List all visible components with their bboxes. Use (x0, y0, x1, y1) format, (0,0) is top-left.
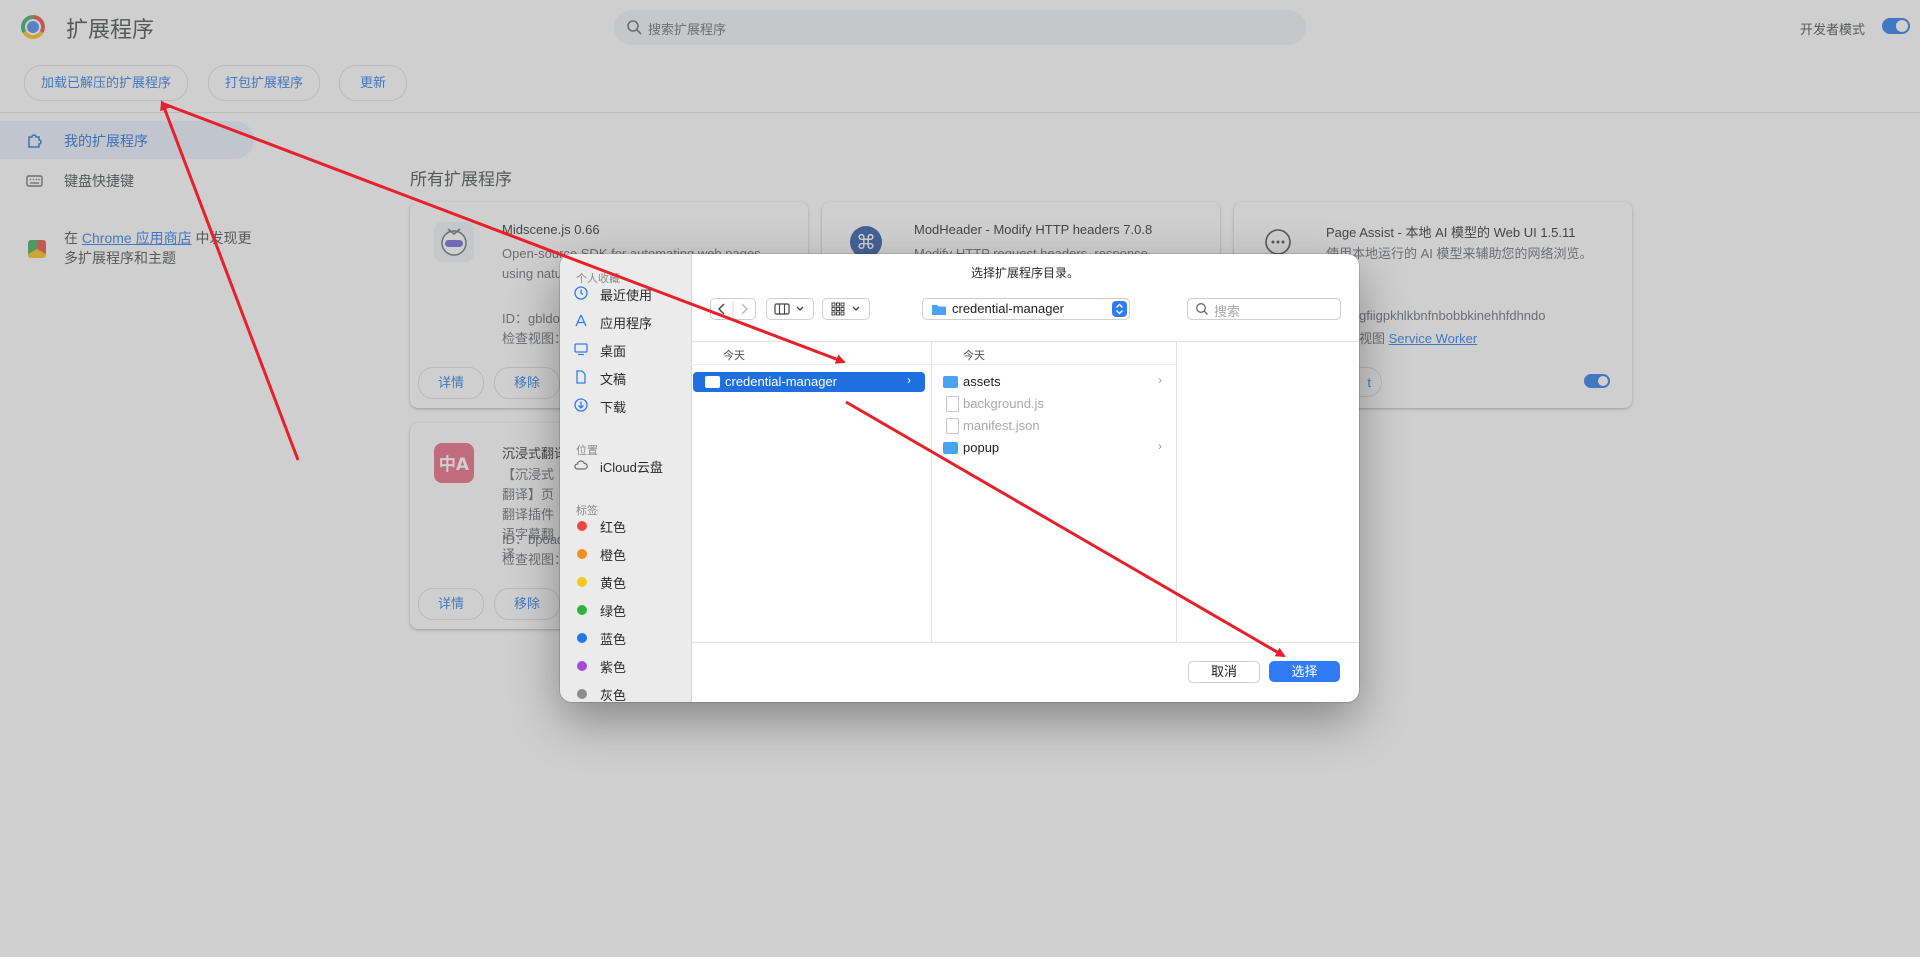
sidebar-item-label: 文稿 (600, 372, 627, 387)
chevron-right-icon: › (907, 373, 911, 387)
tag-red[interactable]: 红色 (574, 514, 686, 536)
popup-arrows-icon (1112, 301, 1127, 317)
sidebar-item-recents[interactable]: 最近使用 (574, 282, 686, 304)
tag-dot-icon (577, 605, 587, 615)
file-icon (946, 396, 959, 412)
sidebar-item-label: 应用程序 (600, 316, 653, 331)
document-icon (576, 370, 586, 384)
column-header-label: 今天 (963, 350, 985, 362)
columns-view-icon (774, 303, 804, 315)
sidebar-item-applications[interactable]: 应用程序 (574, 310, 686, 332)
list-item-background-js: background.js (931, 394, 1176, 414)
cloud-icon (574, 460, 588, 470)
item-label: assets (963, 374, 1001, 389)
current-path-label: credential-manager (952, 301, 1065, 316)
column-browser: 今天 credential-manager › 今天 assets › back… (691, 341, 1359, 643)
desktop-icon (574, 343, 588, 356)
sidebar-item-label: iCloud云盘 (600, 460, 663, 475)
column-2: 今天 assets › background.js manifest.json … (931, 342, 1177, 642)
apps-icon (575, 314, 587, 327)
chevron-left-icon[interactable] (711, 299, 755, 319)
search-placeholder: 搜索 (1214, 304, 1241, 319)
folder-icon (932, 305, 946, 315)
choose-directory-dialog: 个人收藏 最近使用 应用程序 桌面 文稿 下载 位置 iCloud云盘 标签 红… (560, 254, 1359, 702)
cancel-button[interactable]: 取消 (1188, 661, 1260, 683)
chevron-right-icon: › (1158, 373, 1162, 387)
dialog-search-field[interactable]: 搜索 (1187, 298, 1341, 320)
item-label: manifest.json (963, 418, 1040, 433)
chevron-right-icon: › (1158, 439, 1162, 453)
tag-orange[interactable]: 橙色 (574, 542, 686, 564)
tag-dot-icon (577, 521, 587, 531)
tag-dot-icon (577, 633, 587, 643)
dialog-sidebar: 个人收藏 最近使用 应用程序 桌面 文稿 下载 位置 iCloud云盘 标签 红… (560, 254, 692, 702)
tag-yellow[interactable]: 黄色 (574, 570, 686, 592)
back-forward-buttons[interactable] (710, 298, 756, 320)
search-icon (1196, 303, 1208, 315)
list-item-assets[interactable]: assets › (931, 372, 1176, 392)
folder-icon (705, 376, 720, 388)
sidebar-item-desktop[interactable]: 桌面 (574, 338, 686, 360)
tag-dot-icon (577, 577, 587, 587)
folder-icon (943, 376, 958, 388)
tag-gray[interactable]: 灰色 (574, 682, 686, 702)
item-label: background.js (963, 396, 1044, 411)
sidebar-item-downloads[interactable]: 下载 (574, 394, 686, 416)
view-mode-button[interactable] (766, 298, 814, 320)
item-label: popup (963, 440, 1000, 455)
tag-label: 绿色 (600, 604, 627, 619)
sidebar-item-label: 下载 (600, 400, 627, 415)
dialog-title: 选择扩展程序目录。 (970, 266, 1079, 280)
clock-icon (574, 286, 588, 300)
tag-dot-icon (577, 661, 587, 671)
tag-label: 橙色 (600, 548, 627, 563)
list-item-popup[interactable]: popup › (931, 438, 1176, 458)
tag-green[interactable]: 绿色 (574, 598, 686, 620)
tag-label: 红色 (600, 520, 627, 535)
sidebar-item-label: 最近使用 (600, 288, 653, 303)
tag-dot-icon (577, 549, 587, 559)
tag-blue[interactable]: 蓝色 (574, 626, 686, 648)
file-icon (946, 418, 959, 434)
sidebar-item-documents[interactable]: 文稿 (574, 366, 686, 388)
tag-purple[interactable]: 紫色 (574, 654, 686, 676)
list-item-credential-manager[interactable]: credential-manager › (693, 372, 925, 392)
path-popup-button[interactable]: credential-manager (922, 298, 1130, 320)
column-1: 今天 credential-manager › (691, 342, 932, 642)
sidebar-item-label: 桌面 (600, 344, 627, 359)
column-3 (1176, 342, 1359, 642)
column-header: 今天 (931, 342, 1176, 365)
item-label: credential-manager (725, 374, 838, 389)
column-header: 今天 (691, 342, 931, 365)
tag-label: 灰色 (600, 688, 627, 702)
column-header-label: 今天 (723, 350, 745, 362)
tag-label: 蓝色 (600, 632, 627, 647)
grid-icon (831, 302, 860, 316)
tag-dot-icon (577, 689, 587, 699)
tag-label: 黄色 (600, 576, 627, 591)
folder-icon (943, 442, 958, 454)
download-icon (574, 398, 588, 412)
tag-label: 紫色 (600, 660, 627, 675)
group-menu-button[interactable] (822, 298, 870, 320)
sidebar-item-icloud[interactable]: iCloud云盘 (574, 454, 686, 476)
list-item-manifest-json: manifest.json (931, 416, 1176, 436)
choose-button[interactable]: 选择 (1269, 661, 1340, 682)
